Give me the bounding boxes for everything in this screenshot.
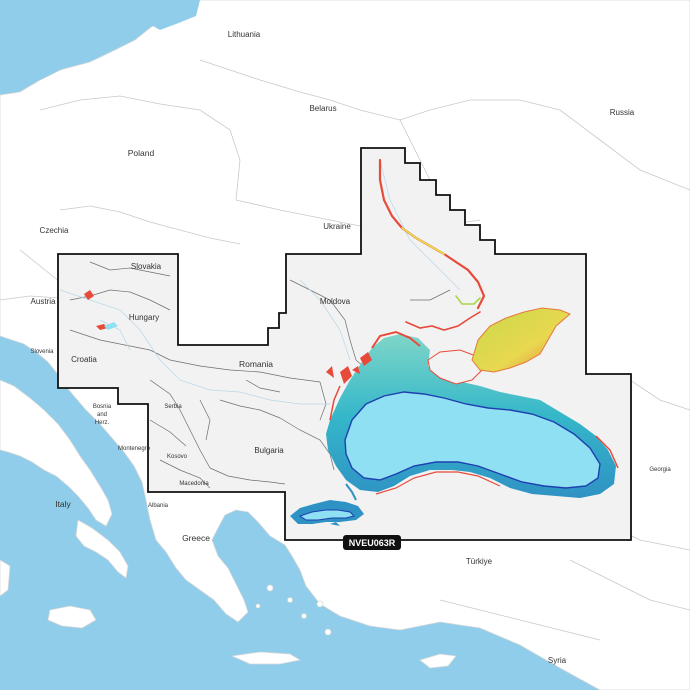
label-bulgaria: Bulgaria: [254, 446, 284, 455]
label-romania: Romania: [239, 359, 273, 369]
label-turkiye: Türkiye: [466, 557, 493, 566]
label-albania: Albania: [148, 503, 169, 509]
label-moldova: Moldova: [320, 297, 351, 306]
coverage-map: Lithuania Belarus Russia Poland Czechia …: [0, 0, 690, 690]
label-syria: Syria: [548, 656, 567, 665]
label-austria: Austria: [31, 297, 56, 306]
label-slovakia: Slovakia: [131, 262, 162, 271]
chart-id-label: NVEU063R: [349, 538, 396, 548]
label-croatia: Croatia: [71, 355, 97, 364]
label-serbia: Serbia: [164, 404, 182, 410]
label-kosovo: Kosovo: [167, 454, 188, 460]
label-bosnia-3: Herz.: [95, 420, 110, 426]
label-macedonia: Macedonia: [179, 481, 209, 487]
label-georgia: Georgia: [649, 467, 671, 473]
label-greece: Greece: [182, 533, 210, 543]
label-italy: Italy: [55, 499, 71, 509]
label-lithuania: Lithuania: [228, 30, 261, 39]
label-montenegro: Montenegro: [118, 446, 151, 452]
label-hungary: Hungary: [129, 313, 159, 322]
label-czechia: Czechia: [40, 226, 69, 235]
label-slovenia: Slovenia: [30, 349, 54, 355]
label-russia: Russia: [610, 108, 635, 117]
label-belarus: Belarus: [309, 104, 336, 113]
label-poland: Poland: [128, 148, 155, 158]
label-bosnia-2: and: [97, 412, 107, 418]
label-bosnia-1: Bosnia: [93, 404, 112, 410]
chart-id-badge[interactable]: NVEU063R: [343, 535, 401, 550]
label-ukraine: Ukraine: [323, 222, 351, 231]
